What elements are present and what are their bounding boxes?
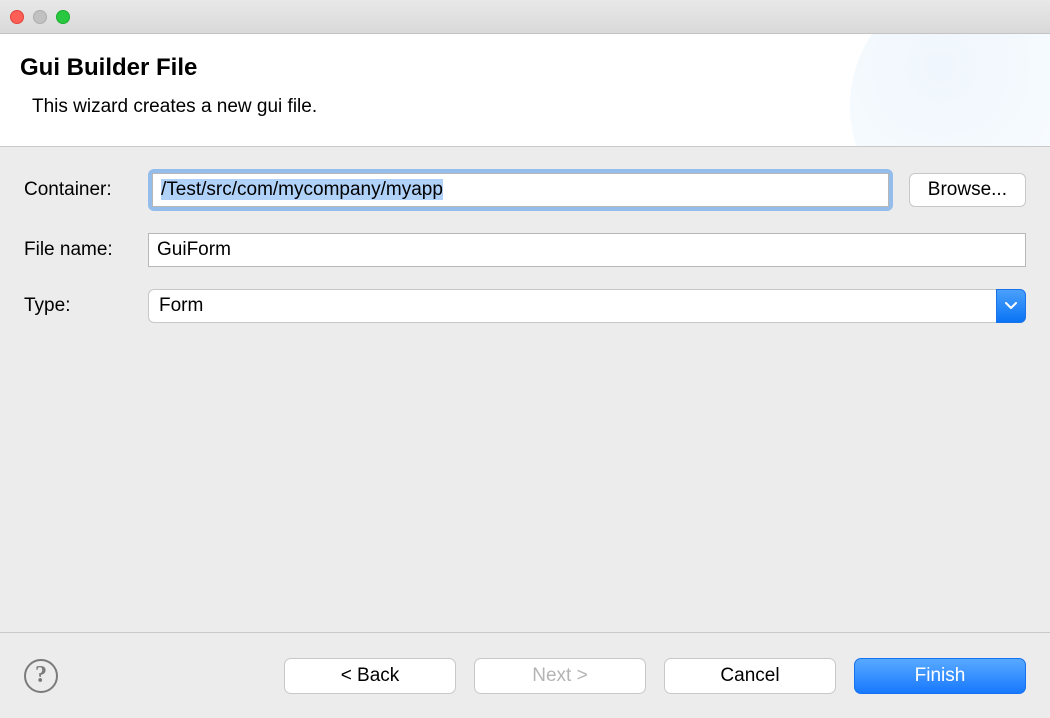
wizard-footer: ? < Back Next > Cancel Finish xyxy=(0,632,1050,718)
cancel-button[interactable]: Cancel xyxy=(664,658,836,694)
wizard-subtitle: This wizard creates a new gui file. xyxy=(32,96,1030,118)
filename-label: File name: xyxy=(24,239,148,261)
wizard-form: Container: /Test/src/com/mycompany/myapp… xyxy=(0,147,1050,367)
wizard-title: Gui Builder File xyxy=(20,54,1030,82)
container-label: Container: xyxy=(24,179,148,201)
chevron-down-icon xyxy=(996,289,1026,323)
type-select[interactable]: Form xyxy=(148,289,1026,323)
finish-button[interactable]: Finish xyxy=(854,658,1026,694)
titlebar xyxy=(0,0,1050,34)
window-minimize-button[interactable] xyxy=(33,10,47,24)
help-icon[interactable]: ? xyxy=(24,659,58,693)
window-close-button[interactable] xyxy=(10,10,24,24)
container-input[interactable]: /Test/src/com/mycompany/myapp xyxy=(152,173,889,207)
browse-button[interactable]: Browse... xyxy=(909,173,1026,207)
type-label: Type: xyxy=(24,295,148,317)
back-button[interactable]: < Back xyxy=(284,658,456,694)
container-input-focus-ring: /Test/src/com/mycompany/myapp xyxy=(148,169,893,211)
next-button: Next > xyxy=(474,658,646,694)
window-maximize-button[interactable] xyxy=(56,10,70,24)
filename-input[interactable] xyxy=(148,233,1026,267)
wizard-header: Gui Builder File This wizard creates a n… xyxy=(0,34,1050,147)
type-select-value: Form xyxy=(148,289,996,323)
